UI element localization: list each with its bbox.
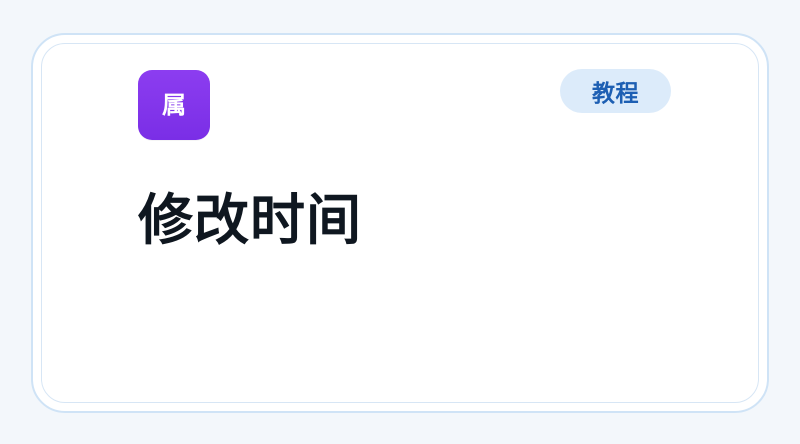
card-title: 修改时间 (138, 188, 363, 252)
attribute-icon: 属 (138, 70, 210, 140)
attribute-icon-label: 属 (162, 91, 186, 119)
tutorial-badge-label: 教程 (592, 81, 639, 107)
tutorial-badge: 教程 (560, 69, 671, 113)
